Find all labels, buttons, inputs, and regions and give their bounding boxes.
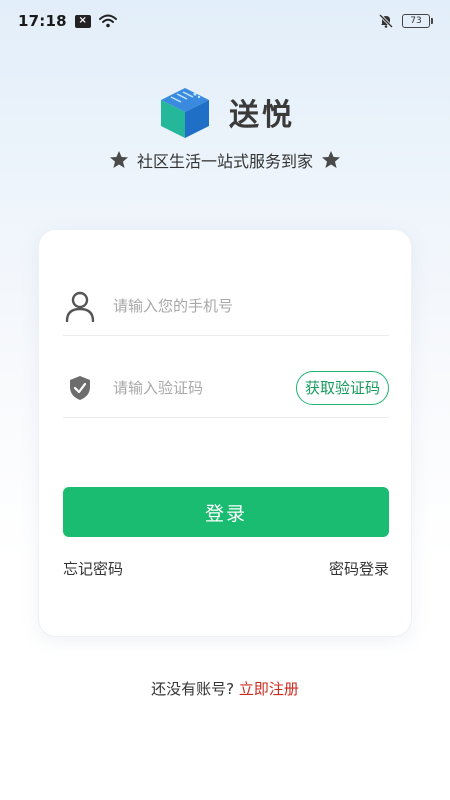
- auth-links: 忘记密码 密码登录: [63, 558, 389, 579]
- brand-name: 送悦: [229, 98, 295, 133]
- brand-header: 送悦: [0, 82, 450, 142]
- user-icon: [63, 289, 97, 323]
- notification-icon: ×: [74, 14, 91, 28]
- verification-code-input[interactable]: [113, 378, 296, 397]
- logo-cube-icon: [161, 88, 209, 138]
- battery-indicator: 73: [402, 14, 433, 28]
- star-icon: [109, 151, 128, 168]
- register-prompt-text: 还没有账号?: [151, 680, 235, 698]
- password-login-link[interactable]: 密码登录: [329, 558, 389, 579]
- shield-check-icon: [63, 371, 97, 405]
- phone-input[interactable]: [113, 296, 389, 315]
- status-right: 73: [378, 13, 433, 29]
- star-icon: [322, 151, 340, 168]
- login-button[interactable]: 登录: [63, 487, 389, 537]
- tagline: 社区生活一站式服务到家: [0, 148, 450, 172]
- login-card: 获取验证码 登录 忘记密码 密码登录: [38, 229, 412, 637]
- wifi-icon: [98, 14, 117, 28]
- status-bar: 17:18 × 73: [0, 0, 450, 42]
- register-prompt: 还没有账号? 立即注册: [0, 678, 450, 699]
- tagline-text: 社区生活一站式服务到家: [136, 152, 313, 171]
- status-left: 17:18 ×: [18, 12, 117, 30]
- register-link[interactable]: 立即注册: [239, 680, 299, 698]
- forgot-password-link[interactable]: 忘记密码: [63, 558, 123, 579]
- phone-field: [63, 276, 389, 336]
- status-time: 17:18: [18, 12, 67, 30]
- code-field: 获取验证码: [63, 358, 389, 418]
- mute-icon: [378, 13, 394, 29]
- get-code-button[interactable]: 获取验证码: [295, 370, 389, 405]
